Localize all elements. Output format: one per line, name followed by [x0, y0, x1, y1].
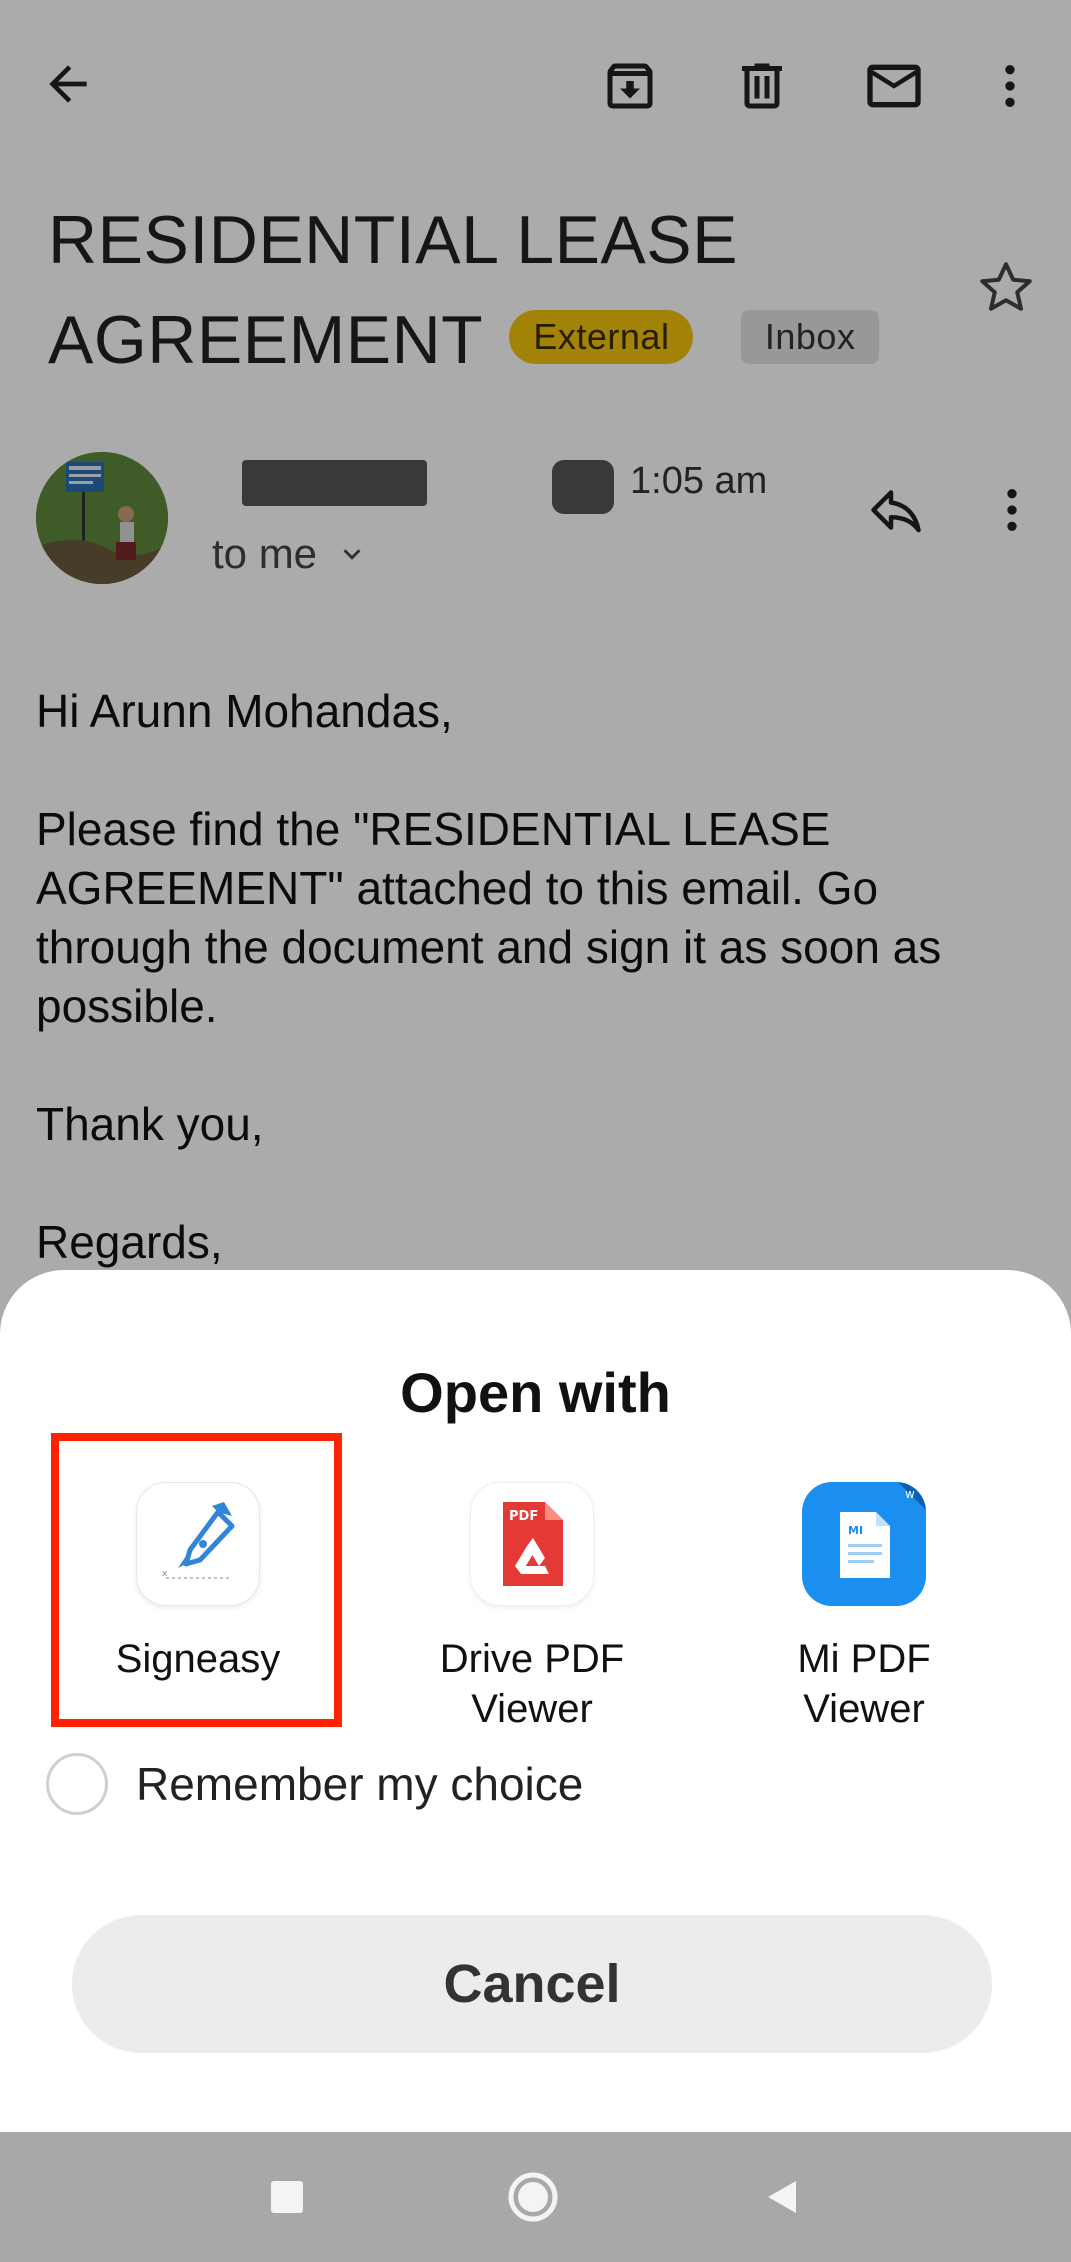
app-option-mi-pdf-viewer[interactable]: w MI Mi PDF Viewer [744, 1482, 984, 1734]
remember-choice-label: Remember my choice [136, 1758, 584, 1810]
svg-text:MI: MI [848, 1524, 863, 1537]
drive-pdf-icon: PDF [470, 1482, 594, 1606]
system-nav-bar [0, 2132, 1071, 2262]
svg-text:w: w [905, 1487, 915, 1501]
svg-text:PDF: PDF [509, 1509, 538, 1524]
signeasy-highlight-box [51, 1433, 342, 1727]
remember-choice-radio[interactable] [46, 1753, 108, 1815]
app-label-drive-pdf-viewer: Drive PDF Viewer [439, 1637, 625, 1731]
home-circle-icon[interactable] [503, 2167, 563, 2227]
mi-pdf-icon: w MI [802, 1482, 926, 1606]
back-triangle-icon[interactable] [752, 2167, 812, 2227]
open-with-sheet: Open with x Signeasy PDF Drive PDF Viewe… [0, 1270, 1071, 2132]
recents-square-icon[interactable] [257, 2167, 317, 2227]
app-option-drive-pdf-viewer[interactable]: PDF Drive PDF Viewer [412, 1482, 652, 1734]
cancel-button[interactable]: Cancel [72, 1915, 992, 2053]
screen: RESIDENTIAL LEASE AGREEMENT External Inb… [0, 0, 1071, 2262]
remember-choice-row[interactable]: Remember my choice [46, 1753, 583, 1815]
sheet-title: Open with [400, 1361, 671, 1424]
app-label-mi-pdf-viewer: Mi PDF Viewer [797, 1637, 931, 1731]
